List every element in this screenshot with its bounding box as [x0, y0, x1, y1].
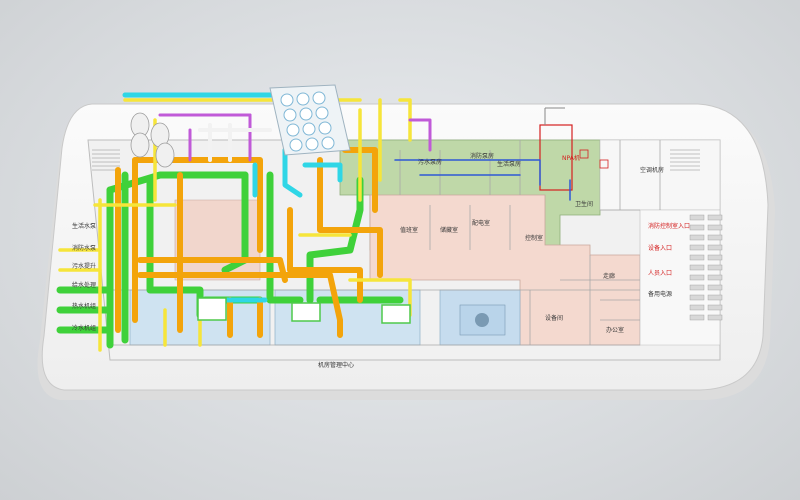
blue-room-equipment: [459, 304, 506, 336]
room-label-r10: 设备间: [545, 314, 563, 322]
right-entry-1: 设备入口: [648, 244, 672, 252]
room-label-r7: 储藏室: [440, 226, 458, 234]
bottom-label: 机房管理中心: [318, 361, 354, 369]
room-label-r3: 生活泵房: [497, 160, 521, 168]
left-label-3: 给水处理: [72, 281, 96, 289]
left-label-5: 冷水机组: [72, 324, 96, 332]
npa-label: NPA机: [562, 154, 580, 162]
room-label-r8: 卫生间: [575, 200, 593, 208]
mep-building-diagram: 污水泵房 消防泵房 生活泵房 配电室 控制室 值班室 储藏室 卫生间 走廊 设备…: [37, 84, 775, 400]
left-label-2: 污水提升: [72, 262, 96, 270]
left-label-0: 生活水泵: [72, 222, 96, 230]
room-label-r9: 走廊: [603, 272, 615, 280]
left-label-1: 消防水泵: [72, 244, 96, 252]
room-label-r12: 办公室: [606, 326, 624, 334]
room-label-r5: 控制室: [525, 234, 543, 242]
room-label-r1: 污水泵房: [418, 158, 442, 166]
room-label-r2: 消防泵房: [470, 152, 494, 160]
left-label-4: 热水机组: [72, 302, 96, 310]
room-label-r6: 值班室: [400, 226, 418, 234]
room-label-r4: 配电室: [472, 219, 490, 227]
room-label-r11: 空调机房: [640, 166, 664, 174]
right-entry-2: 人员入口: [648, 270, 672, 277]
right-entry-3: 备用电源: [648, 290, 672, 298]
right-entry-0: 消防控制室入口: [648, 222, 690, 230]
